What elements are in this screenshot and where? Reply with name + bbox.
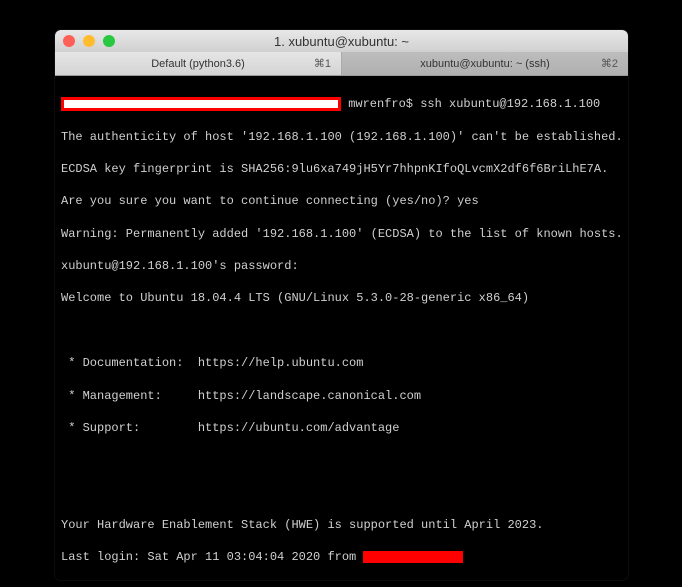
output-line: Welcome to Ubuntu 18.04.4 LTS (GNU/Linux… (61, 290, 622, 306)
tab-ssh[interactable]: xubuntu@xubuntu: ~ (ssh) ⌘2 (342, 52, 628, 75)
tab-label: xubuntu@xubuntu: ~ (ssh) (420, 58, 550, 70)
tab-bar: Default (python3.6) ⌘1 xubuntu@xubuntu: … (55, 52, 628, 76)
output-line: xubuntu@192.168.1.100's password: (61, 258, 622, 274)
tab-default[interactable]: Default (python3.6) ⌘1 (55, 52, 342, 75)
titlebar[interactable]: 1. xubuntu@xubuntu: ~ (55, 30, 628, 52)
output-line: * Documentation: https://help.ubuntu.com (61, 355, 622, 371)
traffic-lights (63, 35, 115, 47)
output-line: Last login: Sat Apr 11 03:04:04 2020 fro… (61, 549, 622, 565)
output-line: mwrenfro$ ssh xubuntu@192.168.1.100 (61, 96, 622, 112)
maximize-icon[interactable] (103, 35, 115, 47)
window-title: 1. xubuntu@xubuntu: ~ (55, 34, 628, 49)
redacted-box (363, 551, 463, 563)
blank-gap (61, 452, 622, 500)
terminal-output[interactable]: mwrenfro$ ssh xubuntu@192.168.1.100 The … (55, 76, 628, 580)
output-line: Your Hardware Enablement Stack (HWE) is … (61, 517, 622, 533)
output-line: * Management: https://landscape.canonica… (61, 388, 622, 404)
blank-line (61, 323, 622, 339)
output-line: ECDSA key fingerprint is SHA256:9lu6xa74… (61, 161, 622, 177)
minimize-icon[interactable] (83, 35, 95, 47)
redacted-box (61, 97, 341, 111)
text: mwrenfro$ ssh xubuntu@192.168.1.100 (341, 97, 600, 111)
terminal-window: 1. xubuntu@xubuntu: ~ Default (python3.6… (55, 30, 628, 580)
output-line: Warning: Permanently added '192.168.1.10… (61, 226, 622, 242)
output-line: Are you sure you want to continue connec… (61, 193, 622, 209)
tab-label: Default (python3.6) (151, 58, 245, 70)
tab-shortcut: ⌘2 (601, 57, 618, 70)
output-line: The authenticity of host '192.168.1.100 … (61, 129, 622, 145)
output-line: * Support: https://ubuntu.com/advantage (61, 420, 622, 436)
close-icon[interactable] (63, 35, 75, 47)
tab-shortcut: ⌘1 (314, 57, 331, 70)
text: Last login: Sat Apr 11 03:04:04 2020 fro… (61, 550, 363, 564)
